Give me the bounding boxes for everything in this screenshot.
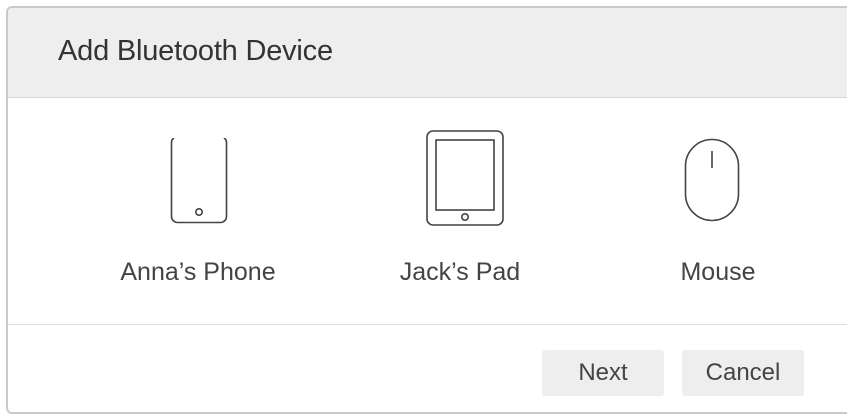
device-item-jacks-pad[interactable]: Jack’s Pad <box>370 98 550 324</box>
cancel-button[interactable]: Cancel <box>682 350 804 396</box>
mouse-icon <box>684 138 740 222</box>
device-label: Jack’s Pad <box>399 258 521 286</box>
dialog-title: Add Bluetooth Device <box>58 34 333 67</box>
tablet-icon <box>426 130 504 226</box>
device-item-mouse[interactable]: Mouse <box>638 98 798 324</box>
add-bluetooth-device-dialog: Add Bluetooth Device Anna’s Phone Jack’s… <box>6 6 847 414</box>
device-list: Anna’s Phone Jack’s Pad Mouse <box>8 98 847 324</box>
device-item-annas-phone[interactable]: Anna’s Phone <box>98 98 298 324</box>
device-label: Mouse <box>680 258 756 286</box>
next-button[interactable]: Next <box>542 350 664 396</box>
phone-icon <box>170 138 228 224</box>
footer-divider <box>8 324 847 325</box>
device-label: Anna’s Phone <box>120 258 276 286</box>
dialog-header: Add Bluetooth Device <box>8 8 847 98</box>
